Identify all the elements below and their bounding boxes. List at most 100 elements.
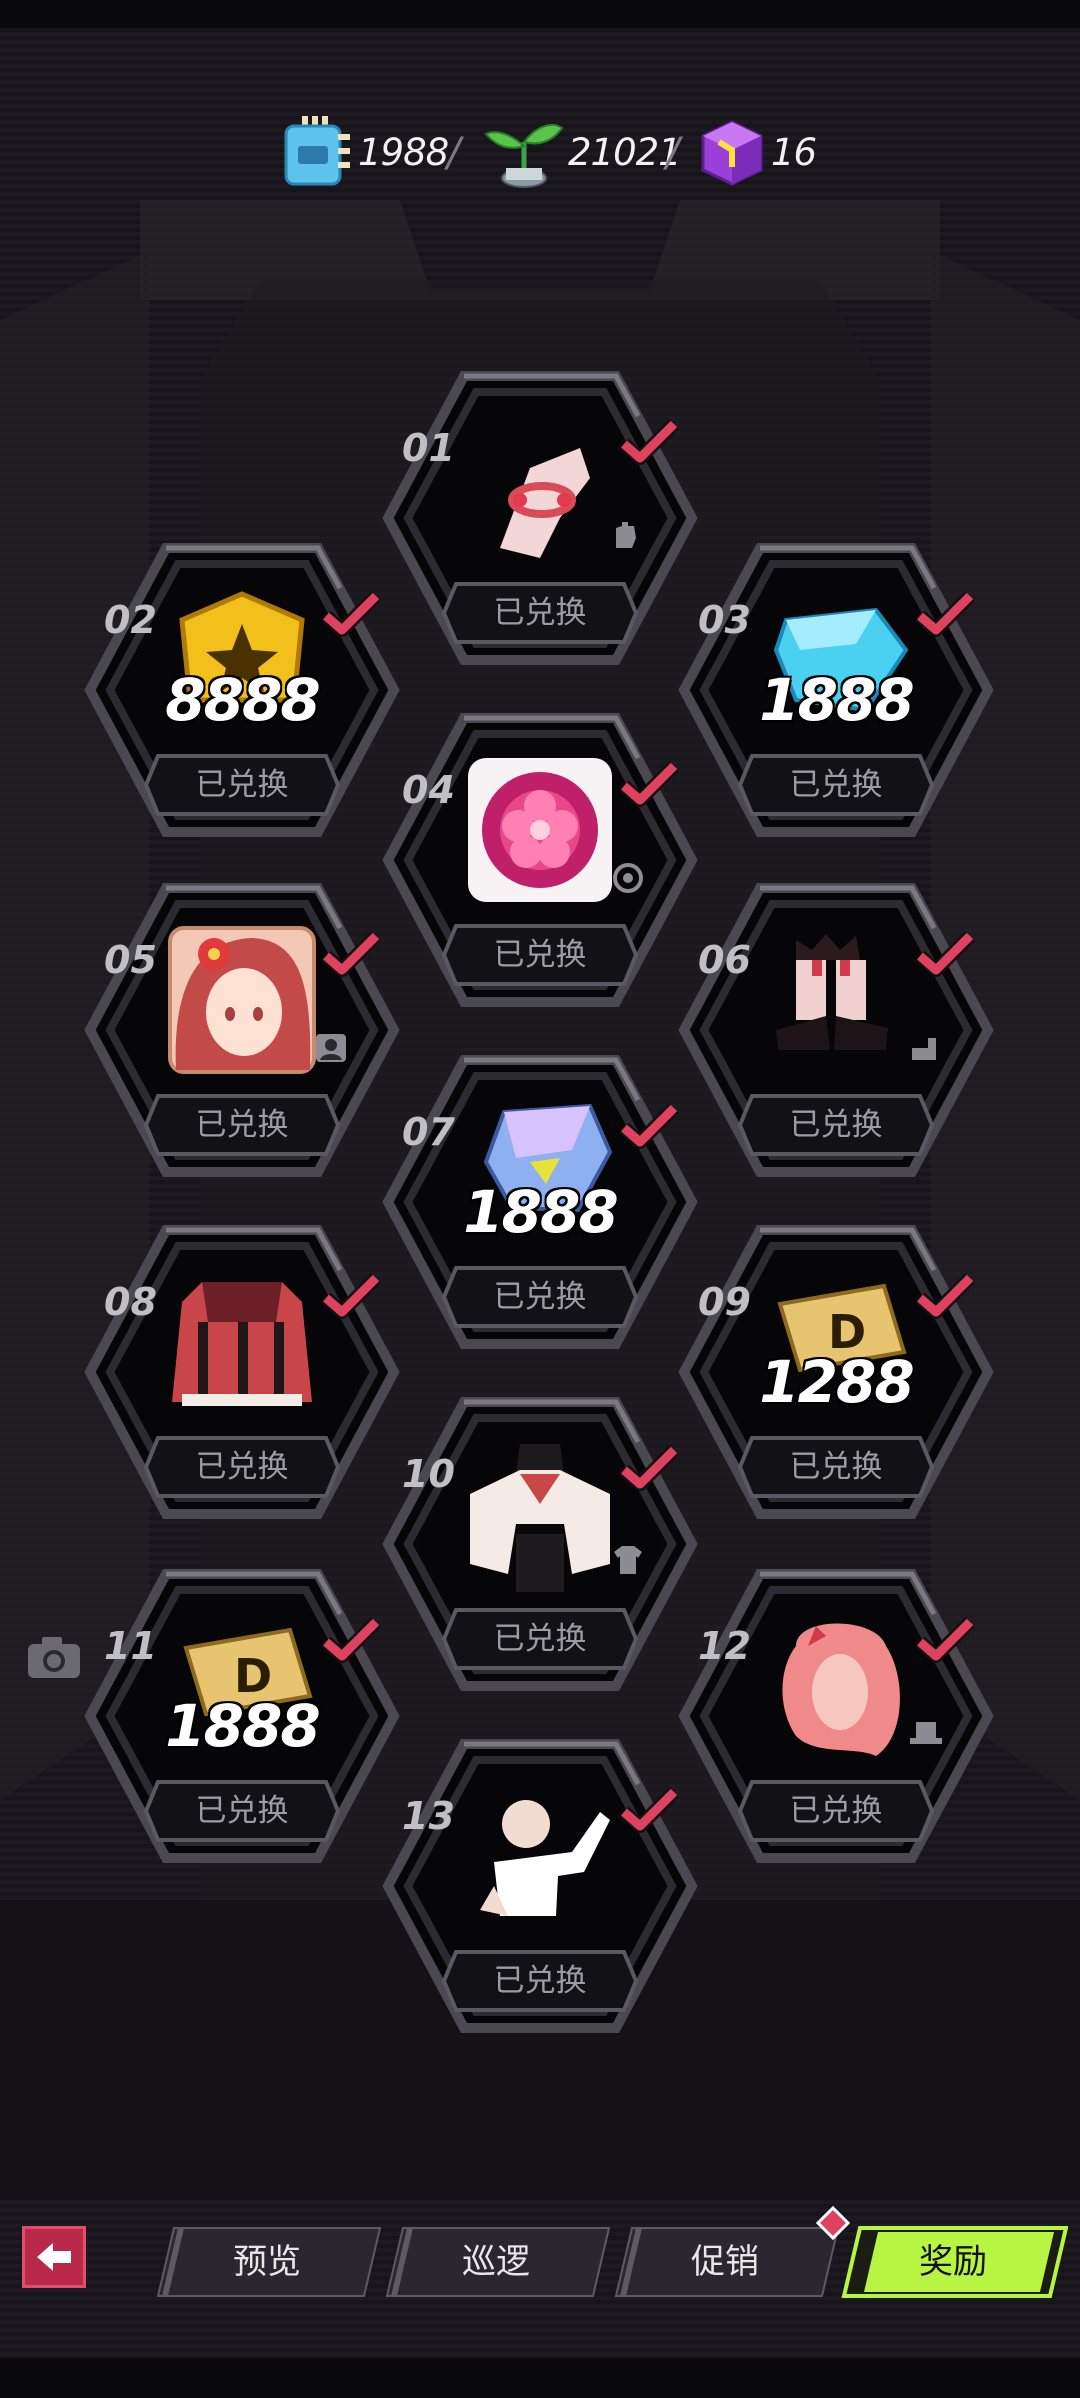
redeemed-button[interactable]: 已兑换 (736, 1092, 936, 1158)
back-button[interactable] (22, 2226, 86, 2288)
flower-orb-icon (468, 758, 612, 902)
reward-quantity: 1888 (759, 666, 914, 734)
redeemed-label: 已兑换 (493, 1963, 587, 1999)
reward-cell[interactable]: 01 已兑换 (380, 368, 700, 668)
outfit-icon (470, 1444, 610, 1592)
tab-label: 预览 (233, 2242, 301, 2282)
reward-quantity: 1888 (165, 1692, 320, 1760)
redeemed-button[interactable]: 已兑换 (736, 1434, 936, 1500)
bottom-edge (0, 2358, 1080, 2398)
reward-number: 01 (402, 426, 455, 470)
checkmark-icon (322, 591, 380, 637)
shoes-icon (776, 934, 888, 1050)
reward-number: 05 (104, 938, 157, 982)
redeemed-label: 已兑换 (195, 1449, 289, 1485)
reward-number: 13 (402, 1794, 455, 1838)
currency-cube: 16 (697, 112, 817, 192)
checkmark-icon (322, 1273, 380, 1319)
redeemed-button[interactable]: 已兑换 (142, 1778, 342, 1844)
checkmark-icon (916, 1273, 974, 1319)
ring-tag-icon (613, 863, 643, 893)
reward-number: 02 (104, 598, 157, 642)
reward-cell[interactable]: 05 已兑换 (82, 880, 402, 1180)
hair-icon (782, 1623, 900, 1756)
reward-number: 11 (104, 1624, 157, 1668)
tab-rewards[interactable]: 奖励 (838, 2226, 1068, 2298)
checkmark-icon (916, 1617, 974, 1663)
checkmark-icon (620, 761, 678, 807)
redeemed-label: 已兑换 (195, 1107, 289, 1143)
shirt-tag-icon (614, 1546, 642, 1574)
reward-cell[interactable]: 10 已兑换 (380, 1394, 700, 1694)
tab-promotion[interactable]: 促销 (610, 2206, 850, 2298)
checkmark-icon (620, 1787, 678, 1833)
reward-quantity: 1288 (759, 1348, 914, 1416)
checkmark-icon (322, 931, 380, 977)
redeemed-label: 已兑换 (195, 1793, 289, 1829)
reward-cell[interactable]: 13 已兑换 (380, 1736, 700, 2036)
reward-quantity: 1888 (463, 1178, 618, 1246)
reward-cell[interactable]: 03 1888 已兑换 (676, 540, 996, 840)
redeemed-label: 已兑换 (789, 1107, 883, 1143)
currency-sprout: 21021 (482, 112, 682, 192)
reward-cell[interactable]: 08 已兑换 (82, 1222, 402, 1522)
redeemed-button[interactable]: 已兑换 (142, 1092, 342, 1158)
arrow-left-icon (37, 2243, 71, 2271)
redeemed-button[interactable]: 已兑换 (440, 922, 640, 988)
redeemed-button[interactable]: 已兑换 (142, 1434, 342, 1500)
currency-divider: / (447, 130, 461, 176)
redeemed-button[interactable]: 已兑换 (440, 580, 640, 646)
reward-cell[interactable]: D 11 1888 已兑换 (82, 1566, 402, 1866)
reward-cell[interactable]: 12 已兑换 (676, 1566, 996, 1866)
currency-ticket: 1988 (282, 112, 449, 192)
checkmark-icon (322, 1617, 380, 1663)
redeemed-button[interactable]: 已兑换 (440, 1264, 640, 1330)
cube-icon (701, 120, 763, 186)
redeemed-button[interactable]: 已兑换 (142, 752, 342, 818)
redeemed-label: 已兑换 (493, 937, 587, 973)
checkmark-icon (620, 1445, 678, 1491)
reward-number: 10 (402, 1452, 455, 1496)
sprout-count: 21021 (568, 130, 682, 174)
redeemed-label: 已兑换 (493, 1279, 587, 1315)
checkmark-icon (620, 1103, 678, 1149)
tab-preview[interactable]: 预览 (152, 2226, 382, 2298)
status-bar (0, 0, 1080, 28)
skirt-icon (172, 1282, 312, 1406)
reward-number: 04 (402, 768, 455, 812)
character-avatar-icon (168, 926, 316, 1074)
reward-cell[interactable]: D 09 1288 已兑换 (676, 1222, 996, 1522)
reward-number: 12 (698, 1624, 751, 1668)
reward-quantity: 8888 (165, 666, 320, 734)
cube-count: 16 (771, 130, 817, 174)
redeemed-label: 已兑换 (789, 1449, 883, 1485)
redeemed-label: 已兑换 (789, 1793, 883, 1829)
reward-number: 09 (698, 1280, 751, 1324)
reward-cell[interactable]: 04 已兑换 (380, 710, 700, 1010)
redeemed-label: 已兑换 (789, 767, 883, 803)
redeemed-button[interactable]: 已兑换 (736, 752, 936, 818)
bracelet-icon (500, 448, 590, 558)
redeemed-button[interactable]: 已兑换 (440, 1948, 640, 2014)
avatar-tag-icon (316, 1034, 346, 1062)
tab-label: 巡逻 (462, 2242, 530, 2282)
tab-label: 奖励 (919, 2242, 987, 2282)
checkmark-icon (916, 591, 974, 637)
checkmark-icon (916, 931, 974, 977)
reward-number: 07 (402, 1110, 455, 1154)
redeemed-label: 已兑换 (493, 1621, 587, 1657)
reward-number: 08 (104, 1280, 157, 1324)
reward-number: 06 (698, 938, 751, 982)
reward-cell[interactable]: 02 8888 已兑换 (82, 540, 402, 840)
redeemed-button[interactable]: 已兑换 (736, 1778, 936, 1844)
tab-label: 促销 (691, 2242, 759, 2282)
camera-icon[interactable] (26, 1634, 82, 1680)
reward-cell[interactable]: 06 已兑换 (676, 880, 996, 1180)
ticket-count: 1988 (358, 130, 449, 174)
sprout-icon (484, 124, 564, 188)
tab-patrol[interactable]: 巡逻 (381, 2226, 611, 2298)
redeemed-label: 已兑换 (195, 767, 289, 803)
reward-number: 03 (698, 598, 751, 642)
redeemed-button[interactable]: 已兑换 (440, 1606, 640, 1672)
reward-cell[interactable]: 07 1888 已兑换 (380, 1052, 700, 1352)
